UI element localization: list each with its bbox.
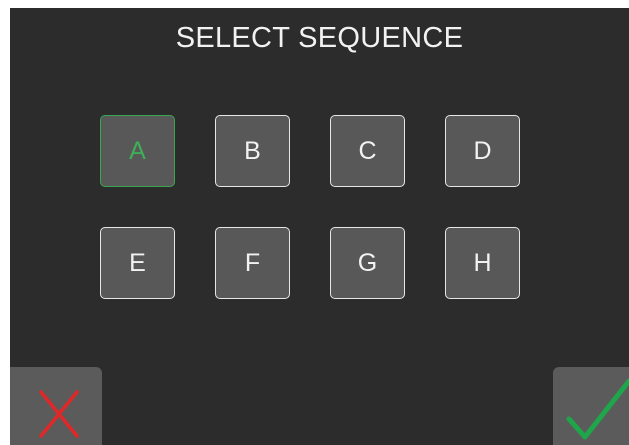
sequence-button-d[interactable]: D	[445, 115, 520, 187]
checkmark-icon	[566, 378, 629, 440]
sequence-label: C	[358, 136, 377, 165]
sequence-button-f[interactable]: F	[215, 227, 290, 299]
sequence-select-screen: SELECT SEQUENCE A B C D E F G H	[10, 8, 629, 445]
sequence-label: D	[473, 136, 492, 165]
sequence-label: A	[129, 136, 146, 165]
sequence-button-h[interactable]: H	[445, 227, 520, 299]
sequence-label: G	[357, 248, 378, 277]
sequence-button-g[interactable]: G	[330, 227, 405, 299]
page-title: SELECT SEQUENCE	[175, 22, 464, 54]
sequence-label: E	[129, 248, 146, 277]
sequence-label: F	[244, 248, 261, 277]
cancel-button[interactable]	[10, 367, 102, 445]
sequence-button-c[interactable]: C	[330, 115, 405, 187]
confirm-button[interactable]	[553, 367, 629, 445]
sequence-grid: A B C D E F G H	[100, 115, 520, 299]
sequence-label: B	[244, 136, 261, 165]
sequence-label: H	[473, 248, 492, 277]
sequence-button-e[interactable]: E	[100, 227, 175, 299]
sequence-button-a[interactable]: A	[100, 115, 175, 187]
x-icon	[39, 390, 79, 438]
sequence-button-b[interactable]: B	[215, 115, 290, 187]
